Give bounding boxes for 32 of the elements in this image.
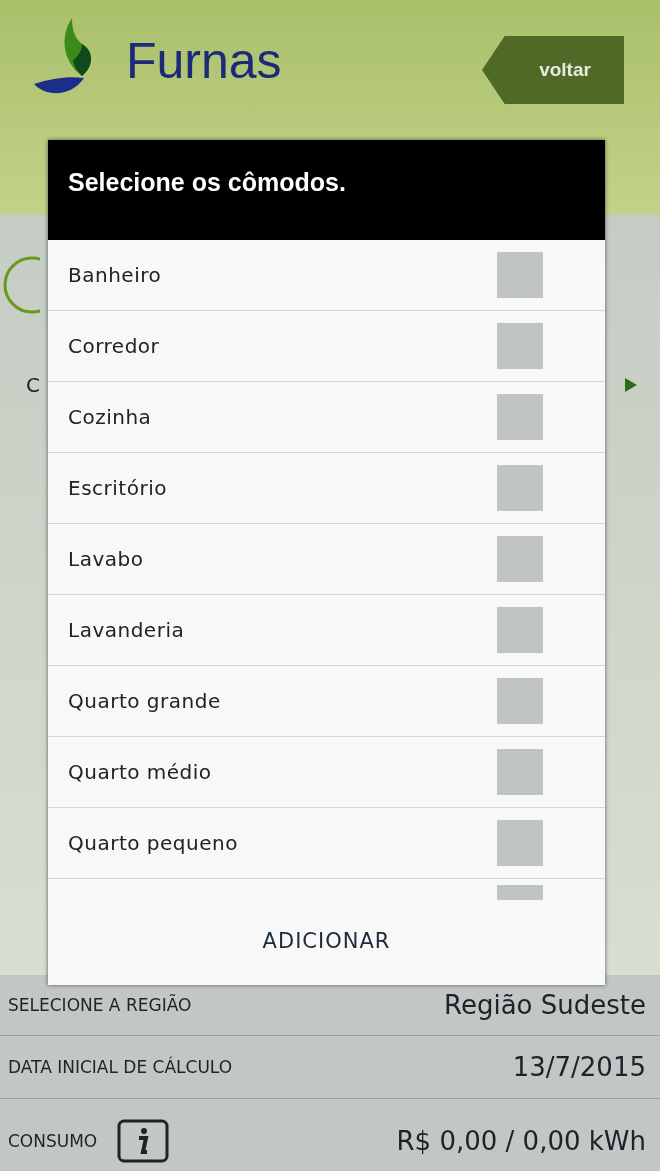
logo-text: Furnas	[126, 32, 282, 90]
field-label: CONSUMO	[8, 1131, 98, 1151]
checkbox[interactable]	[497, 536, 543, 582]
field-value: R$ 0,00 / 0,00 kWh	[396, 1126, 646, 1156]
checkbox[interactable]	[497, 465, 543, 511]
checkbox[interactable]	[497, 394, 543, 440]
checkbox[interactable]	[497, 678, 543, 724]
checkbox[interactable]	[497, 323, 543, 369]
list-item[interactable]: Escritório	[48, 453, 605, 524]
list-item[interactable]: Quarto grande	[48, 666, 605, 737]
list-item[interactable]: Banheiro	[48, 240, 605, 311]
checkbox[interactable]	[497, 885, 543, 900]
list-item[interactable]: Lavabo	[48, 524, 605, 595]
list-item[interactable]: Corredor	[48, 311, 605, 382]
back-button[interactable]: voltar	[482, 36, 624, 104]
list-item[interactable]: Cozinha	[48, 382, 605, 453]
checkbox[interactable]	[497, 749, 543, 795]
dialog-title: Selecione os cômodos.	[48, 140, 605, 240]
partial-label: C	[26, 373, 40, 397]
checkbox[interactable]	[497, 252, 543, 298]
info-icon[interactable]	[117, 1119, 170, 1163]
checkbox[interactable]	[497, 607, 543, 653]
field-label: DATA INICIAL DE CÁLCULO	[8, 1057, 233, 1077]
list-item[interactable]: Lavanderia	[48, 595, 605, 666]
checkbox[interactable]	[497, 820, 543, 866]
add-button[interactable]: ADICIONAR	[242, 919, 411, 963]
field-value: 13/7/2015	[512, 1052, 646, 1082]
field-label: SELECIONE A REGIÃO	[8, 995, 192, 1015]
play-arrow-icon[interactable]	[624, 377, 638, 393]
field-value: Região Sudeste	[444, 990, 646, 1020]
list-item[interactable]: Quarto pequeno	[48, 808, 605, 879]
list-item[interactable]: Quarto médio	[48, 737, 605, 808]
